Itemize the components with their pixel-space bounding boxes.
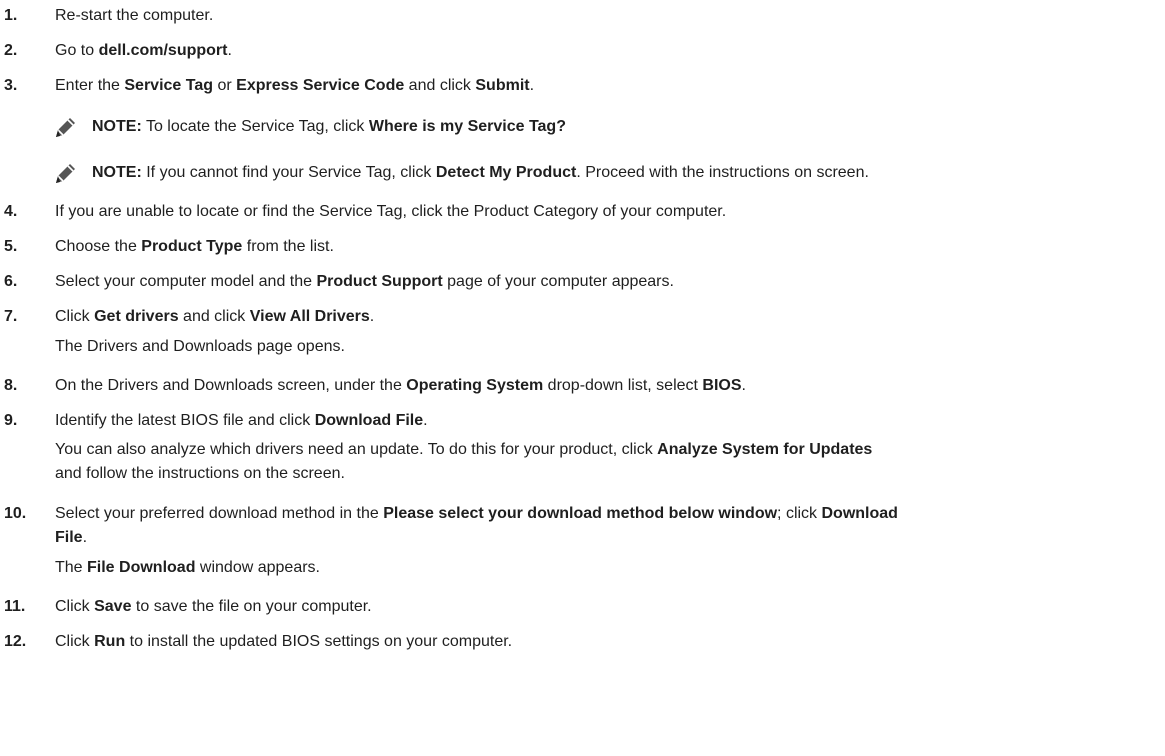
step-number: 12. <box>4 633 27 650</box>
step-10-continuation-2: The File Download window appears. <box>55 559 320 576</box>
document-page: 1. Re-start the computer. 2. Go to dell.… <box>0 0 1165 756</box>
step-text: Go to dell.com/support. <box>55 42 232 59</box>
step-10-continuation-1: File. <box>55 529 88 546</box>
step-number: 1. <box>4 7 18 24</box>
step-7-continuation: The Drivers and Downloads page opens. <box>55 338 345 355</box>
pencil-note-icon <box>56 164 75 183</box>
step-text: Click Run to install the updated BIOS se… <box>55 633 513 650</box>
step-text: Choose the Product Type from the list. <box>55 238 334 255</box>
step-9-continuation-1: You can also analyze which drivers need … <box>55 441 873 458</box>
step-number: 8. <box>4 377 18 394</box>
step-text: Identify the latest BIOS file and click … <box>55 412 428 429</box>
step-number: 11. <box>4 598 26 615</box>
step-number: 5. <box>4 238 18 255</box>
step-number: 6. <box>4 273 18 290</box>
step-number: 9. <box>4 412 18 429</box>
step-text: Click Save to save the file on your comp… <box>55 598 372 615</box>
step-text: If you are unable to locate or find the … <box>55 203 727 220</box>
note-text: NOTE: To locate the Service Tag, click W… <box>92 118 566 135</box>
step-9-continuation-2: and follow the instructions on the scree… <box>55 465 345 482</box>
support-link-text: dell.com/support <box>98 42 228 59</box>
step-number: 10. <box>4 505 27 522</box>
step-text: Select your computer model and the Produ… <box>55 273 674 290</box>
step-text: Re-start the computer. <box>55 7 214 24</box>
step-number: 2. <box>4 42 18 59</box>
step-text: On the Drivers and Downloads screen, und… <box>55 377 746 394</box>
step-number: 7. <box>4 308 18 325</box>
step-text: Select your preferred download method in… <box>55 505 898 522</box>
step-text: Click Get drivers and click View All Dri… <box>55 308 375 325</box>
step-text: Enter the Service Tag or Express Service… <box>55 77 535 94</box>
step-number: 3. <box>4 77 18 94</box>
note-text: NOTE: If you cannot find your Service Ta… <box>92 164 869 181</box>
step-number: 4. <box>4 203 18 220</box>
pencil-note-icon <box>56 118 75 137</box>
